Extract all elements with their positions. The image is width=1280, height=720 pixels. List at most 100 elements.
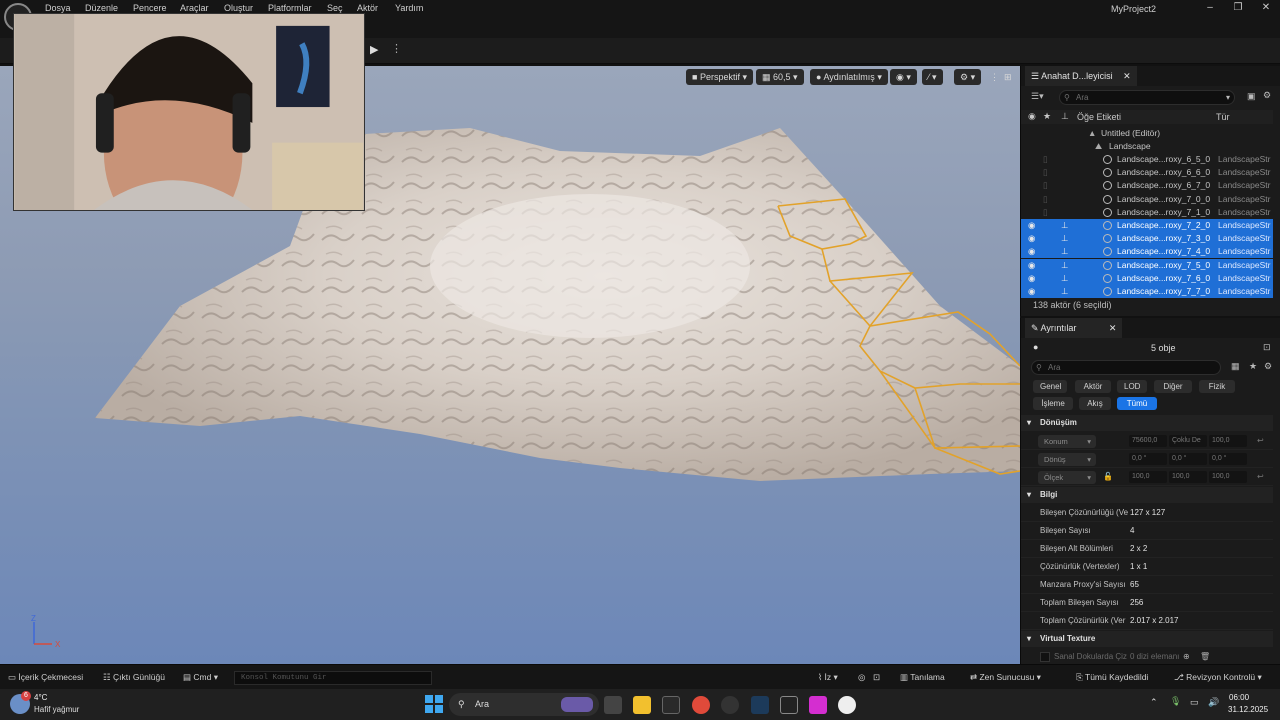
visibility-eye-icon[interactable]: ◉ [1028, 232, 1035, 245]
section-info[interactable]: ▾ Bilgi [1021, 487, 1273, 503]
grid-view-icon[interactable]: ▦ [1231, 361, 1240, 372]
unreal-engine-icon[interactable] [838, 696, 856, 714]
menu-tools[interactable]: Araçlar [180, 3, 209, 13]
trace-dropdown[interactable]: ⌇ İz ▾ [818, 665, 838, 690]
close-icon[interactable]: ✕ [1256, 2, 1276, 13]
lock-icon[interactable]: ▯ [1043, 179, 1048, 192]
section-virtual-texture[interactable]: ▾ Virtual Texture [1021, 631, 1273, 647]
chevron-up-icon[interactable]: ⌃ [1150, 697, 1158, 708]
pin-icon[interactable]: ⊥ [1061, 285, 1068, 298]
transform-mode-dropdown[interactable]: Dönüş ▾ [1038, 453, 1096, 466]
content-drawer-button[interactable]: ▭ İçerik Çekmecesi [8, 665, 83, 690]
transform-value-field[interactable]: Çoklu De [1169, 435, 1207, 447]
perspective-dropdown[interactable]: ■ Perspektif ▾ [686, 69, 753, 85]
lock-icon[interactable]: ⊡ [1263, 342, 1271, 353]
screenshot-icon[interactable]: ⊡ [873, 665, 880, 690]
transform-mode-dropdown[interactable]: Ölçek ▾ [1038, 471, 1096, 484]
save-all-button[interactable]: ⎘ Tümü Kaydedildi [1076, 665, 1148, 690]
visibility-eye-icon[interactable]: ◉ [1028, 219, 1035, 232]
lock-icon[interactable]: ▯ [1043, 166, 1048, 179]
output-log-button[interactable]: ☷ Çıktı Günlüğü [103, 665, 165, 690]
file-explorer-icon[interactable] [633, 696, 651, 714]
pin-icon[interactable]: ⊥ [1061, 245, 1068, 258]
lighting-dropdown[interactable]: ● Aydınlatılmış ▾ [810, 69, 888, 85]
gear-icon[interactable]: ⚙ [1263, 90, 1271, 101]
add-folder-icon[interactable]: ▣ [1247, 91, 1256, 102]
transform-value-field[interactable]: 100,0 [1209, 471, 1247, 483]
show-flags-dropdown[interactable]: ◉ ▾ [890, 69, 917, 85]
microphone-icon[interactable]: 🎙 [1170, 696, 1181, 707]
steam-icon[interactable] [751, 696, 769, 714]
section-transform[interactable]: ▾ Dönüşüm [1021, 415, 1273, 431]
transform-value-field[interactable]: 100,0 [1209, 435, 1247, 447]
reset-icon[interactable]: ↩ [1257, 432, 1264, 450]
outliner-row[interactable]: ▯ Landscape...roxy_6_7_0 LandscapeStr [1021, 179, 1273, 192]
column-item-label[interactable]: Öğe Etiketi [1077, 112, 1121, 122]
menu-help[interactable]: Yardım [395, 3, 423, 13]
volume-icon[interactable]: 🔊 [1208, 697, 1219, 708]
favorite-column-icon[interactable]: ★ [1043, 111, 1051, 122]
minimize-icon[interactable]: – [1200, 2, 1220, 13]
menu-create[interactable]: Oluştur [224, 3, 253, 13]
filter-aktor[interactable]: Aktör [1075, 380, 1111, 393]
tab-outliner[interactable]: ☰ Anahat D...leyicisi ✕ [1025, 66, 1137, 86]
network-icon[interactable]: ▭ [1190, 697, 1199, 708]
clock-time[interactable]: 06:00 [1229, 693, 1249, 702]
windows-start-icon[interactable] [425, 695, 443, 713]
transform-value-field[interactable]: 0,0 ° [1209, 453, 1247, 465]
restore-icon[interactable]: ❐ [1228, 2, 1248, 13]
clock-date[interactable]: 31.12.2025 [1228, 705, 1268, 714]
outliner-row[interactable]: ◉ ⊥ Landscape...roxy_7_3_0 LandscapeStr [1021, 232, 1273, 246]
pin-icon[interactable]: ⊥ [1061, 272, 1068, 285]
outliner-row[interactable]: ▯ Landscape...roxy_7_1_0 LandscapeStr [1021, 206, 1273, 219]
chevron-down-icon[interactable]: ▾ [1226, 91, 1230, 104]
menu-actor[interactable]: Aktör [357, 3, 378, 13]
transform-value-field[interactable]: 75600,0 [1129, 435, 1167, 447]
revision-control-dropdown[interactable]: ⎇ Revizyon Kontrolü ▾ [1174, 665, 1262, 690]
layout-icon[interactable]: ⊞ [998, 69, 1018, 85]
vt-checkbox[interactable] [1040, 652, 1050, 662]
visibility-eye-icon[interactable]: ◉ [1028, 272, 1035, 285]
derived-data-button[interactable]: ▥ Tanılama [900, 665, 945, 690]
settings-dropdown[interactable]: ⚙ ▾ [954, 69, 982, 85]
filter-akis[interactable]: Akış [1079, 397, 1111, 410]
lock-icon[interactable]: ▯ [1043, 206, 1048, 219]
menu-select[interactable]: Seç [327, 3, 343, 13]
cmd-dropdown[interactable]: ▤ Cmd ▾ [183, 665, 218, 690]
record-icon[interactable]: ◎ [858, 665, 865, 690]
transform-value-field[interactable]: 100,0 [1129, 471, 1167, 483]
console-input[interactable]: Konsol Komutunu Gir [234, 671, 432, 685]
column-type[interactable]: Tür [1216, 112, 1230, 122]
details-search-input[interactable]: ⚲ Ara [1031, 360, 1221, 375]
app-icon[interactable] [809, 696, 827, 714]
pin-icon[interactable]: ⊥ [1061, 232, 1068, 245]
outliner-row[interactable]: ◉ ⊥ Landscape...roxy_7_7_0 LandscapeStr [1021, 285, 1273, 298]
zen-server-dropdown[interactable]: ⇄ Zen Sunucusu ▾ [970, 665, 1041, 690]
chrome-icon[interactable] [692, 696, 710, 714]
outliner-row[interactable]: ▯ Landscape...roxy_7_0_0 LandscapeStr [1021, 193, 1273, 206]
outliner-row[interactable]: ◉ ⊥ Landscape...roxy_7_5_0 LandscapeStr [1021, 258, 1273, 272]
filter-isleme[interactable]: İşleme [1033, 397, 1073, 410]
menu-platforms[interactable]: Platformlar [268, 3, 312, 13]
menu-edit[interactable]: Düzenle [85, 3, 118, 13]
epic-games-icon[interactable] [780, 696, 798, 714]
lock-icon[interactable]: ▯ [1043, 153, 1048, 166]
reset-icon[interactable]: ↩ [1257, 468, 1264, 486]
visibility-eye-icon[interactable]: ◉ [1028, 245, 1035, 258]
close-tab-icon[interactable]: ✕ [1123, 71, 1131, 81]
lock-icon[interactable]: ▯ [1043, 193, 1048, 206]
outliner-row[interactable]: ◉ ⊥ Landscape...roxy_7_4_0 LandscapeStr [1021, 245, 1273, 259]
close-tab-icon[interactable]: ✕ [1109, 323, 1117, 333]
outliner-row[interactable]: ▯ Landscape...roxy_6_5_0 LandscapeStr [1021, 153, 1273, 166]
github-icon[interactable] [721, 696, 739, 714]
transform-value-field[interactable]: 0,0 ° [1169, 453, 1207, 465]
world-row[interactable]: ▲ Untitled (Editör) [1021, 127, 1273, 140]
pin-column-icon[interactable]: ⊥ [1061, 111, 1069, 122]
pin-icon[interactable]: ⊥ [1061, 259, 1068, 272]
outliner-row[interactable]: ▯ Landscape...roxy_6_6_0 LandscapeStr [1021, 166, 1273, 179]
visibility-eye-icon[interactable]: ◉ [1028, 259, 1035, 272]
folder-row[interactable]: ⛰ Landscape [1021, 140, 1273, 153]
outliner-search-input[interactable]: ⚲ Ara ▾ [1059, 90, 1235, 105]
transform-mode-dropdown[interactable]: Konum ▾ [1038, 435, 1096, 448]
fov-dropdown[interactable]: ▦ 60,5 ▾ [756, 69, 804, 85]
